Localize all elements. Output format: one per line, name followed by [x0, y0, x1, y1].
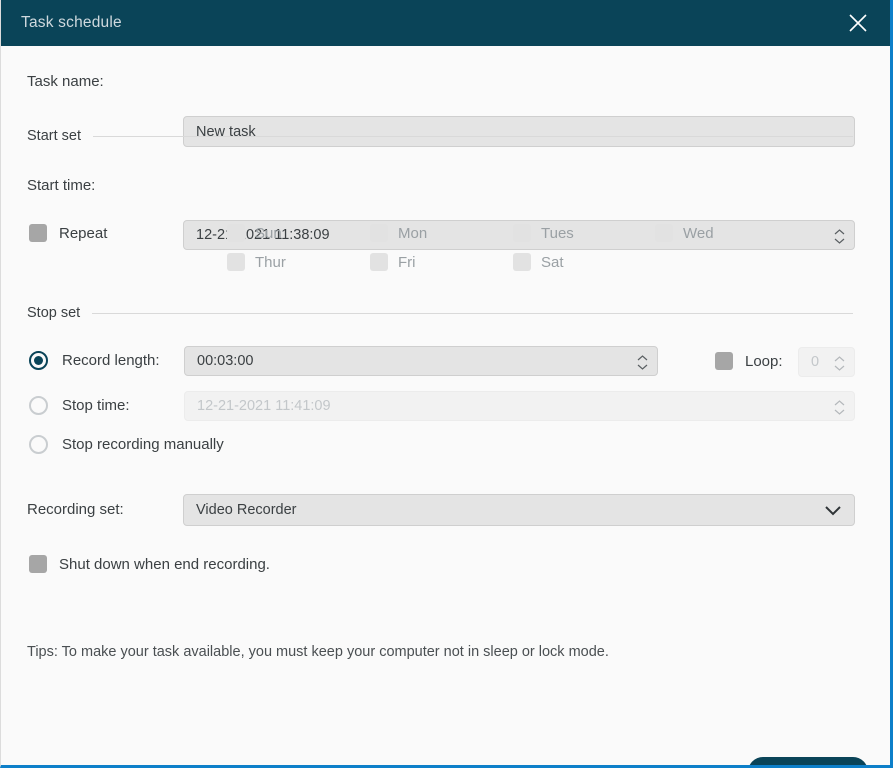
chevron-up-icon	[834, 355, 844, 361]
day-tues: Tues	[513, 224, 574, 242]
stop-set-label: Stop set	[27, 305, 81, 321]
recording-set-row: Recording set:	[27, 501, 124, 518]
task-name-label: Task name:	[27, 73, 104, 90]
stop-set-section-header: Stop set	[27, 305, 853, 321]
repeat-checkbox[interactable]	[29, 224, 47, 242]
day-thur: Thur	[227, 253, 286, 271]
chevron-up-icon	[637, 354, 647, 360]
recording-set-value: Video Recorder	[196, 502, 297, 518]
stop-manually-radio[interactable]	[29, 435, 48, 454]
stop-time-option[interactable]: Stop time:	[29, 396, 130, 415]
chevron-down-icon	[834, 409, 844, 415]
day-mon: Mon	[370, 224, 427, 242]
repeat-label: Repeat	[59, 224, 108, 242]
start-time-spinner[interactable]	[824, 222, 853, 250]
window-title: Task schedule	[21, 14, 122, 31]
start-set-label: Start set	[27, 128, 81, 144]
dialog-body: Task name: New task Start set Start time…	[1, 46, 890, 765]
stop-time-radio[interactable]	[29, 396, 48, 415]
day-mon-label: Mon	[398, 224, 428, 242]
day-sun: Sun	[227, 224, 282, 242]
day-wed-checkbox	[655, 224, 673, 242]
chevron-up-icon	[834, 399, 844, 405]
day-thur-checkbox	[227, 253, 245, 271]
day-fri-label: Fri	[398, 253, 416, 271]
record-length-input[interactable]: 00:03:00	[184, 346, 658, 376]
chevron-down-icon	[834, 365, 844, 371]
day-sun-checkbox	[227, 224, 245, 242]
chevron-up-icon	[834, 228, 844, 234]
day-fri: Fri	[370, 253, 416, 271]
day-tues-checkbox	[513, 224, 531, 242]
day-sat-checkbox	[513, 253, 531, 271]
day-tues-label: Tues	[541, 224, 574, 242]
task-name-row: Task name:	[27, 73, 183, 90]
stop-time-value: 12-21-2021 11:41:09	[197, 398, 331, 414]
stop-time-label: Stop time:	[62, 397, 130, 414]
chevron-down-icon	[825, 505, 841, 515]
loop-count-input: 0	[798, 347, 855, 377]
ok-button[interactable]: OK	[748, 757, 868, 765]
stop-manually-label: Stop recording manually	[62, 436, 224, 453]
start-time-row: Start time:	[27, 177, 95, 194]
title-bar: Task schedule	[1, 0, 890, 46]
recording-set-label: Recording set:	[27, 501, 124, 518]
day-fri-checkbox	[370, 253, 388, 271]
start-set-divider	[93, 135, 853, 137]
close-icon	[849, 14, 867, 32]
record-length-spinner[interactable]	[627, 348, 656, 376]
shutdown-label: Shut down when end recording.	[59, 555, 270, 573]
close-button[interactable]	[844, 9, 872, 37]
loop-checkbox[interactable]	[715, 352, 733, 370]
day-mon-checkbox	[370, 224, 388, 242]
chevron-down-icon	[637, 364, 647, 370]
record-length-option[interactable]: Record length:	[29, 351, 160, 370]
start-time-label: Start time:	[27, 177, 96, 194]
loop-option[interactable]: Loop:	[715, 352, 783, 370]
repeat-row[interactable]: Repeat	[29, 224, 107, 242]
chevron-down-icon	[834, 238, 844, 244]
record-length-label: Record length:	[62, 352, 160, 369]
stop-time-input: 12-21-2021 11:41:09	[184, 391, 855, 421]
recording-set-select[interactable]: Video Recorder	[183, 494, 855, 526]
stop-manually-option[interactable]: Stop recording manually	[29, 435, 224, 454]
loop-label: Loop:	[745, 352, 783, 370]
day-thur-label: Thur	[255, 253, 286, 271]
record-length-radio[interactable]	[29, 351, 48, 370]
loop-count-spinner	[824, 349, 853, 377]
stop-time-spinner	[824, 393, 853, 421]
day-sat: Sat	[513, 253, 564, 271]
day-sun-label: Sun	[255, 224, 282, 242]
shutdown-checkbox[interactable]	[29, 555, 47, 573]
record-length-value: 00:03:00	[197, 353, 254, 369]
start-set-section-header: Start set	[27, 128, 853, 144]
tips-text: Tips: To make your task available, you m…	[27, 644, 609, 660]
day-sat-label: Sat	[541, 253, 564, 271]
shutdown-option[interactable]: Shut down when end recording.	[29, 555, 270, 573]
loop-count-value: 0	[811, 354, 820, 370]
day-wed: Wed	[655, 224, 714, 242]
stop-set-divider	[92, 312, 853, 314]
task-schedule-dialog: Task schedule Task name: New task Start …	[0, 0, 893, 768]
day-wed-label: Wed	[683, 224, 714, 242]
